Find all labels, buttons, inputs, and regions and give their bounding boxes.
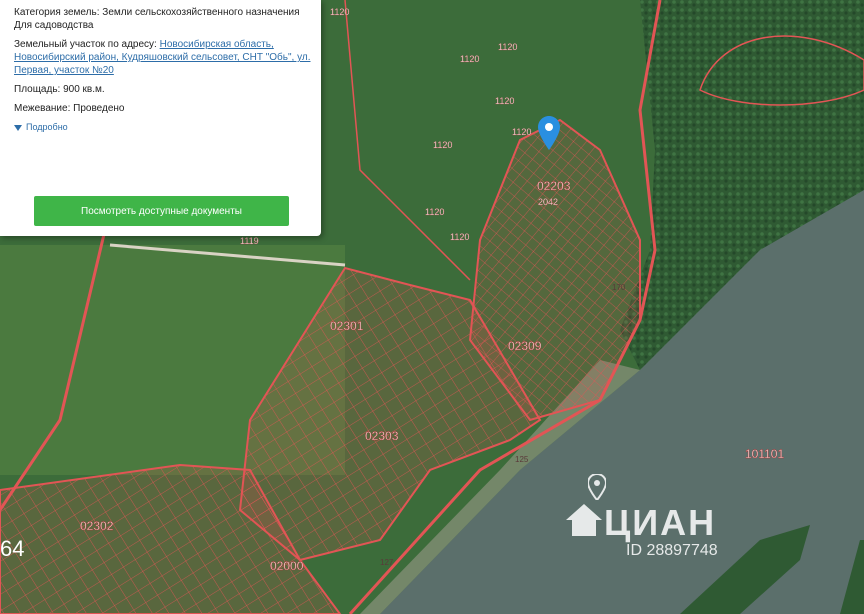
- survey-label: Межевание:: [14, 103, 71, 114]
- label-1120-a: 1120: [330, 7, 349, 17]
- label-02301: 02301: [330, 319, 364, 333]
- address-label: Земельный участок по адресу:: [14, 39, 157, 50]
- label-02309: 02309: [508, 339, 542, 353]
- address-row: Земельный участок по адресу: Новосибирск…: [14, 38, 311, 77]
- label-02203: 02203: [537, 179, 571, 193]
- label-170: 170: [612, 283, 626, 292]
- details-toggle[interactable]: Подробно: [14, 121, 311, 134]
- label-2042: 2042: [538, 197, 558, 207]
- label-64: 64: [0, 536, 24, 561]
- label-02303: 02303: [365, 429, 399, 443]
- label-1120-c: 1120: [495, 96, 514, 106]
- label-1120-h: 1120: [450, 232, 469, 242]
- cian-logo-text: ЦИАН: [604, 502, 717, 543]
- house-icon: [566, 504, 602, 536]
- listing-id: ID 28897748: [626, 542, 718, 559]
- chevron-down-icon: [14, 124, 22, 131]
- category-value: Земли сельскохозяйственного назначения: [102, 7, 300, 18]
- details-label: Подробно: [26, 122, 68, 132]
- area-row: Площадь: 900 кв.м.: [14, 83, 311, 96]
- purpose-value: Для садоводства: [14, 20, 94, 31]
- label-1120-d: 1120: [433, 140, 452, 150]
- label-125: 125: [515, 455, 529, 464]
- area-label: Площадь:: [14, 84, 61, 95]
- cian-watermark: ЦИАН ID 28897748: [566, 470, 766, 570]
- label-101101: 101101: [745, 447, 784, 461]
- map-pin-icon[interactable]: [538, 116, 560, 157]
- survey-row: Межевание: Проведено: [14, 102, 311, 115]
- label-02302: 02302: [80, 519, 114, 533]
- location-pin-icon: [588, 474, 606, 500]
- label-1120-f: 1120: [425, 207, 444, 217]
- parcel-info-card: Категория земель: Земли сельскохозяйстве…: [0, 0, 321, 236]
- category-label: Категория земель:: [14, 7, 100, 18]
- area-value: 900 кв.м.: [63, 84, 105, 95]
- label-02000: 02000: [270, 559, 304, 573]
- label-1120-g: 1120: [512, 127, 531, 137]
- survey-value: Проведено: [73, 103, 125, 114]
- view-documents-button[interactable]: Посмотреть доступные документы: [34, 196, 289, 226]
- label-1119: 1119: [240, 236, 259, 246]
- label-127: 127: [380, 558, 394, 567]
- label-1120-b: 1120: [498, 42, 517, 52]
- category-row: Категория земель: Земли сельскохозяйстве…: [14, 6, 311, 32]
- label-1120-e: 1120: [460, 54, 479, 64]
